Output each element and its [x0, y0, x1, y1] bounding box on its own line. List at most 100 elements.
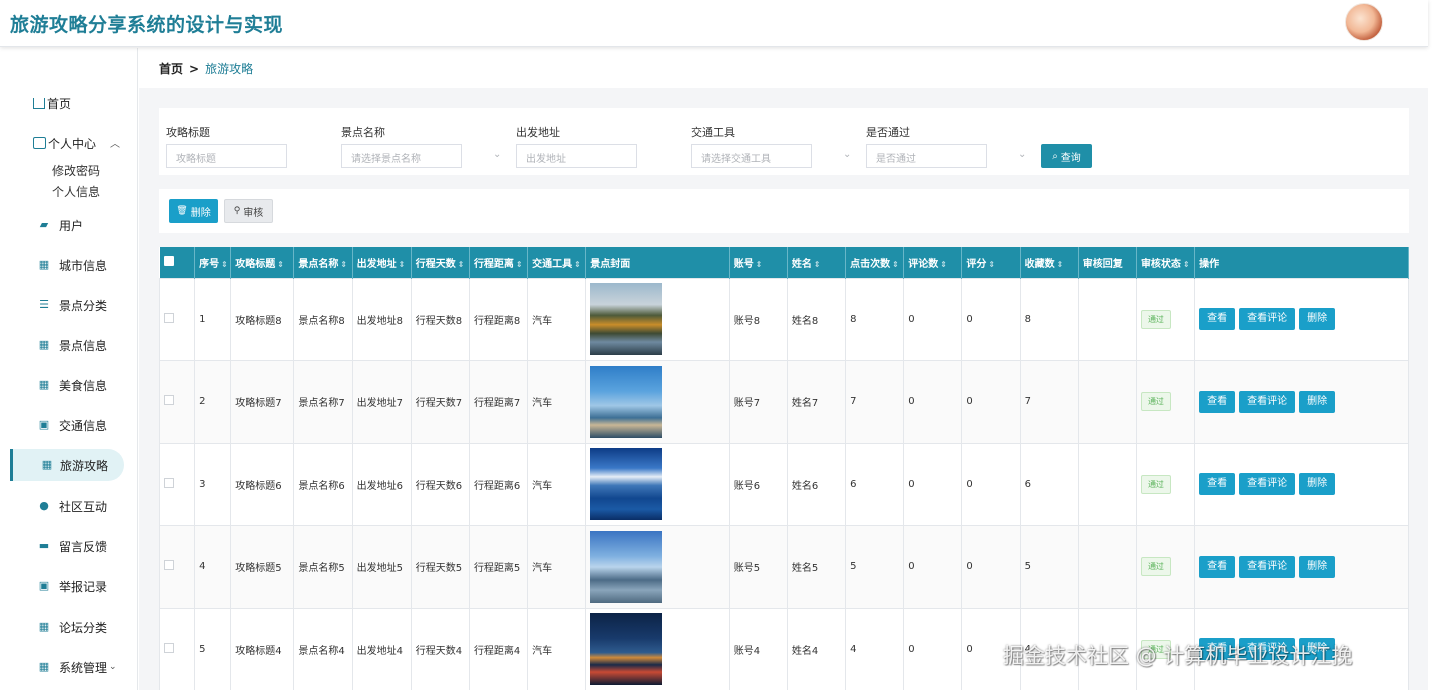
status-badge: 通过 — [1140, 474, 1171, 494]
breadcrumb-home[interactable]: 首页 — [159, 62, 183, 76]
audit-button[interactable]: ⚲ 审核 — [224, 199, 273, 223]
cell-name: 姓名7 — [786, 360, 847, 444]
delete-button[interactable]: 删除 — [1299, 473, 1336, 496]
sidebar-item-forum-category[interactable]: ▦ 论坛分类 — [0, 611, 130, 643]
sidebar-item-transport[interactable]: ▣ 交通信息 — [0, 409, 130, 441]
column-header-label: 收藏数 — [1024, 258, 1055, 270]
view-comments-button[interactable]: 查看评论 — [1239, 308, 1296, 331]
sort-icon: ⇕ — [988, 259, 996, 269]
checkbox[interactable] — [164, 395, 174, 406]
sort-icon: ⇕ — [1182, 259, 1190, 269]
sidebar-item-users[interactable]: ▰ 用户 — [0, 209, 130, 241]
cell-spot: 景点名称7 — [293, 360, 353, 444]
cell-days: 行程天数5 — [410, 525, 470, 609]
cell-transport: 汽车 — [527, 442, 587, 526]
grid-icon: ▦ — [38, 620, 50, 633]
sidebar-item-label: 城市信息 — [59, 258, 108, 273]
filter-transport-select[interactable]: 请选择交通工具 — [691, 144, 812, 168]
checkbox[interactable] — [163, 255, 174, 266]
checkbox[interactable] — [164, 312, 174, 323]
sidebar-item-personal[interactable]: 个人中心 — [33, 135, 96, 152]
sidebar-item-food[interactable]: ▦ 美食信息 — [0, 369, 130, 401]
column-header[interactable]: 出发地址 ⇕ — [352, 247, 412, 278]
sidebar-item-community[interactable]: ● 社区互动 — [0, 490, 130, 522]
view-button[interactable]: 查看 — [1199, 473, 1236, 496]
table-row[interactable]: 2 攻略标题7 景点名称7 出发地址7 行程天数7 行程距离7 汽车 账号7 姓… — [159, 360, 1409, 444]
view-button[interactable]: 查看 — [1199, 308, 1236, 331]
cell-distance: 行程距离8 — [468, 277, 529, 361]
cover-image[interactable] — [590, 530, 663, 603]
delete-button[interactable]: 删除 — [1299, 390, 1336, 413]
filter-transport-label: 交通工具 — [691, 126, 735, 139]
cell-spot: 景点名称6 — [293, 442, 353, 526]
view-comments-button[interactable]: 查看评论 — [1239, 473, 1296, 496]
column-header[interactable]: 攻略标题 ⇕ — [230, 247, 295, 278]
sidebar-item-spot-info[interactable]: ▦ 景点信息 — [0, 329, 130, 361]
sidebar-subitem-change-password[interactable]: 修改密码 — [52, 162, 100, 179]
sidebar-item-home[interactable]: 首页 — [33, 95, 71, 112]
column-header[interactable]: 评论数 ⇕ — [903, 247, 963, 278]
query-button[interactable]: ⌕ 查询 — [1041, 144, 1092, 168]
sidebar-subitem-personal-info[interactable]: 个人信息 — [52, 183, 100, 200]
sidebar-item-city[interactable]: ▦ 城市信息 — [0, 249, 130, 281]
cell-comments: 0 — [903, 525, 963, 609]
filter-spot-select[interactable]: 请选择景点名称 — [341, 144, 462, 168]
column-header[interactable]: 行程距离 ⇕ — [469, 247, 529, 278]
cell-reply — [1077, 277, 1137, 361]
briefcase-icon: ▬ — [38, 539, 50, 552]
column-header[interactable]: 审核状态 ⇕ — [1136, 247, 1196, 278]
column-header[interactable]: 点击次数 ⇕ — [845, 247, 905, 278]
column-header[interactable]: 交通工具 ⇕ — [527, 247, 587, 278]
cell-name: 姓名5 — [786, 525, 847, 609]
column-header[interactable]: 收藏数 ⇕ — [1020, 247, 1079, 278]
checkbox[interactable] — [164, 642, 174, 653]
table-row[interactable]: 1 攻略标题8 景点名称8 出发地址8 行程天数8 行程距离8 汽车 账号8 姓… — [159, 277, 1409, 361]
filter-approved-select[interactable]: 是否通过 — [866, 144, 987, 168]
delete-button[interactable]: 删除 — [1299, 308, 1336, 331]
chevron-down-icon: ⌄ — [109, 662, 117, 672]
checkbox[interactable] — [164, 477, 174, 488]
cell-comments: 0 — [903, 442, 963, 526]
cell-distance: 行程距离6 — [468, 442, 529, 526]
column-header[interactable]: 账号 ⇕ — [729, 247, 788, 278]
table-row[interactable]: 4 攻略标题5 景点名称5 出发地址5 行程天数5 行程距离5 汽车 账号5 姓… — [159, 525, 1409, 609]
cell-days: 行程天数7 — [410, 360, 470, 444]
filter-title-input[interactable]: 攻略标题 — [166, 144, 287, 168]
sidebar-item-feedback[interactable]: ▬ 留言反馈 — [0, 530, 130, 562]
table-row[interactable]: 3 攻略标题6 景点名称6 出发地址6 行程天数6 行程距离6 汽车 账号6 姓… — [159, 442, 1409, 526]
filter-origin-input[interactable]: 出发地址 — [516, 144, 637, 168]
chevron-up-icon[interactable]: ︿ — [110, 135, 120, 150]
sidebar-item-spot-category[interactable]: ☰ 景点分类 — [0, 289, 130, 321]
status-badge: 通过 — [1140, 392, 1171, 412]
chevron-down-icon: ⌄ — [1018, 149, 1027, 160]
sidebar-item-label: 美食信息 — [59, 378, 108, 393]
column-header[interactable]: 行程天数 ⇕ — [411, 247, 470, 278]
column-header[interactable]: 姓名 ⇕ — [787, 247, 847, 278]
stamp-icon: ⚲ — [233, 206, 241, 216]
cover-image[interactable] — [590, 283, 663, 356]
column-header[interactable]: 评分 ⇕ — [961, 247, 1021, 278]
sidebar-item-system[interactable]: ▦ 系统管理 ⌄ — [0, 651, 130, 683]
view-comments-button[interactable]: 查看评论 — [1239, 555, 1296, 578]
header-select-all[interactable] — [159, 247, 196, 278]
view-comments-button[interactable]: 查看评论 — [1239, 390, 1296, 413]
query-button-label: 查询 — [1060, 152, 1081, 164]
sidebar-item-label: 个人中心 — [48, 137, 97, 151]
column-header[interactable]: 景点名称 ⇕ — [293, 247, 353, 278]
view-button[interactable]: 查看 — [1199, 390, 1236, 413]
cover-image[interactable] — [590, 365, 663, 438]
cover-image[interactable] — [590, 448, 663, 521]
cell-score: 0 — [961, 277, 1021, 361]
cover-image[interactable] — [590, 613, 663, 686]
view-button[interactable]: 查看 — [1199, 555, 1236, 578]
user-avatar[interactable] — [1345, 3, 1383, 41]
sidebar-item-label: 系统管理 — [59, 660, 108, 675]
batch-delete-button[interactable]: 🗑 删除 — [169, 199, 218, 223]
checkbox[interactable] — [164, 560, 174, 571]
cell-account: 账号5 — [728, 525, 788, 609]
delete-button[interactable]: 删除 — [1299, 555, 1336, 578]
column-header[interactable]: 序号 ⇕ — [194, 247, 232, 278]
sort-icon: ⇕ — [340, 259, 348, 269]
sidebar-item-reports[interactable]: ▣ 举报记录 — [0, 570, 130, 602]
sidebar-item-travel-guide[interactable]: ▦ 旅游攻略 — [10, 449, 124, 481]
